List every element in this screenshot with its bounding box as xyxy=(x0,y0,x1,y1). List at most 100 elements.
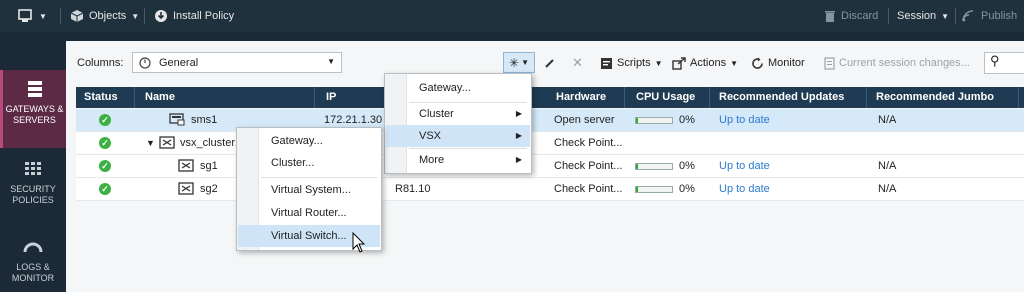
install-policy-button[interactable]: Install Policy xyxy=(154,8,234,24)
menu-item-label: Cluster... xyxy=(271,157,315,169)
column-header-recommended-jumbo[interactable]: Recommended Jumbo xyxy=(876,91,994,103)
document-icon xyxy=(824,56,835,70)
new-object-menu: Gateway... Cluster ▶ VSX ▶ More ▶ xyxy=(384,73,532,174)
new-object-button[interactable]: ✳ ▼ xyxy=(503,52,535,73)
app-menu-icon xyxy=(18,9,32,22)
row-cpu: 0% xyxy=(635,183,695,195)
edit-button[interactable] xyxy=(544,55,556,71)
mouse-cursor-icon xyxy=(352,232,366,253)
app-menu-button[interactable]: ▼ xyxy=(18,8,47,24)
nav-gateways-servers[interactable]: GATEWAYS & SERVERS xyxy=(0,70,66,148)
status-ok-icon: ✓ xyxy=(99,183,111,195)
column-header-status[interactable]: Status xyxy=(84,91,118,103)
table-row[interactable]: ✓ sg2 R81.10 Check Point... 0% Up to dat… xyxy=(76,178,1024,201)
pencil-icon xyxy=(545,59,554,68)
divider xyxy=(1018,87,1019,108)
table-header: Status Name IP Hardware CPU Usage Recomm… xyxy=(76,87,1024,108)
row-version: R81.10 xyxy=(395,183,431,195)
cpu-usage-fill xyxy=(636,117,638,123)
cpu-usage-value: 0% xyxy=(679,114,695,126)
cpu-usage-bar xyxy=(635,162,673,170)
column-header-cpu-usage[interactable]: CPU Usage xyxy=(636,91,695,103)
status-ok-icon: ✓ xyxy=(99,114,111,126)
delete-button[interactable]: ✕ xyxy=(572,55,583,71)
search-input[interactable]: ⚲ xyxy=(984,52,1024,74)
cube-icon xyxy=(70,10,84,22)
cpu-usage-fill xyxy=(636,186,638,192)
objects-label: Objects xyxy=(89,10,127,22)
table-row[interactable]: ✓ sg1 Check Point... 0% Up to date N/A xyxy=(76,155,1024,178)
menu-item-label: More xyxy=(419,154,445,166)
menu-item-cluster[interactable]: Cluster ▶ xyxy=(386,103,530,125)
objects-menu-button[interactable]: Objects ▼ xyxy=(70,8,139,24)
vsx-cluster-icon xyxy=(159,136,175,149)
scripts-label: Scripts xyxy=(617,57,651,69)
row-jumbo: N/A xyxy=(878,183,897,195)
menu-item-virtual-system[interactable]: Virtual System... xyxy=(238,179,380,201)
row-name: sg1 xyxy=(200,160,218,172)
table-row[interactable]: ✓ ▼ vsx_cluster1 Check Point... xyxy=(76,132,1024,155)
close-icon: ✕ xyxy=(572,55,583,70)
gauge-icon xyxy=(23,242,43,253)
column-header-ip[interactable]: IP xyxy=(326,91,336,103)
chevron-down-icon: ▼ xyxy=(39,11,47,21)
column-header-name[interactable]: Name xyxy=(145,91,175,103)
menu-item-virtual-router[interactable]: Virtual Router... xyxy=(238,202,380,224)
nav-security-policies[interactable]: SECURITY POLICIES xyxy=(0,150,66,228)
menu-item-label: Gateway... xyxy=(419,82,471,94)
status-ok-icon: ✓ xyxy=(99,137,111,149)
install-policy-icon xyxy=(155,10,167,22)
left-navigation: GATEWAYS & SERVERS SECURITY POLICIES LOG… xyxy=(0,32,66,292)
session-changes-label: Current session changes... xyxy=(839,57,970,69)
table-row[interactable]: ✓ sms1 172.21.1.30 Open server 0% Up to … xyxy=(76,109,1024,132)
cpu-usage-fill xyxy=(636,163,638,169)
menu-item-label: Virtual Router... xyxy=(271,207,347,219)
menu-item-gateway[interactable]: Gateway... xyxy=(386,77,530,99)
policy-grid-icon xyxy=(25,162,41,175)
menu-item-vsx-gateway[interactable]: Gateway... xyxy=(238,130,380,152)
updates-link[interactable]: Up to date xyxy=(719,160,770,172)
row-name: sms1 xyxy=(191,114,218,126)
chevron-right-icon: ▶ xyxy=(515,155,522,164)
menu-item-vsx-cluster[interactable]: Cluster... xyxy=(238,152,380,174)
divider xyxy=(60,8,61,24)
monitor-label: Monitor xyxy=(768,57,805,69)
column-header-hardware[interactable]: Hardware xyxy=(556,91,606,103)
nav-logs-monitor[interactable]: LOGS & MONITOR xyxy=(0,228,66,292)
row-ip: 172.21.1.30 xyxy=(324,114,383,126)
discard-label: Discard xyxy=(841,10,879,22)
cpu-usage-bar xyxy=(635,116,673,124)
menu-item-label: Gateway... xyxy=(271,135,323,147)
menu-item-more[interactable]: More ▶ xyxy=(386,149,530,171)
session-changes-button[interactable]: Current session changes... xyxy=(824,55,970,71)
cpu-usage-value: 0% xyxy=(679,183,695,195)
refresh-icon xyxy=(752,57,763,69)
chevron-right-icon: ▶ xyxy=(515,131,522,140)
monitor-button[interactable]: Monitor xyxy=(751,55,805,71)
cpu-usage-bar xyxy=(635,185,673,193)
divider xyxy=(888,8,889,24)
actions-menu-button[interactable]: Actions ▼ xyxy=(672,55,738,71)
publish-button[interactable]: Publish xyxy=(962,8,1017,24)
menu-item-label: Virtual System... xyxy=(271,184,351,196)
divider xyxy=(134,87,135,108)
collapse-triangle-icon[interactable]: ▼ xyxy=(146,138,155,148)
star-icon: ✳ xyxy=(509,55,520,70)
menu-item-vsx[interactable]: VSX ▶ xyxy=(386,125,530,147)
column-header-recommended-updates[interactable]: Recommended Updates xyxy=(719,91,844,103)
updates-link[interactable]: Up to date xyxy=(719,183,770,195)
scripts-menu-button[interactable]: Scripts ▼ xyxy=(600,55,663,71)
session-menu-button[interactable]: Session ▼ xyxy=(897,8,949,24)
search-icon: ⚲ xyxy=(990,53,1000,68)
menu-item-label: Cluster xyxy=(419,108,454,120)
gateways-icon xyxy=(27,81,42,97)
chevron-down-icon: ▼ xyxy=(730,58,738,68)
columns-select[interactable]: General ▼ xyxy=(132,52,342,73)
row-name: sg2 xyxy=(200,183,218,195)
columns-value: General xyxy=(159,56,199,69)
chevron-right-icon: ▶ xyxy=(515,109,522,118)
discard-button[interactable]: Discard xyxy=(824,8,878,24)
updates-link[interactable]: Up to date xyxy=(719,114,770,126)
divider xyxy=(709,87,710,108)
actions-icon xyxy=(672,56,686,70)
